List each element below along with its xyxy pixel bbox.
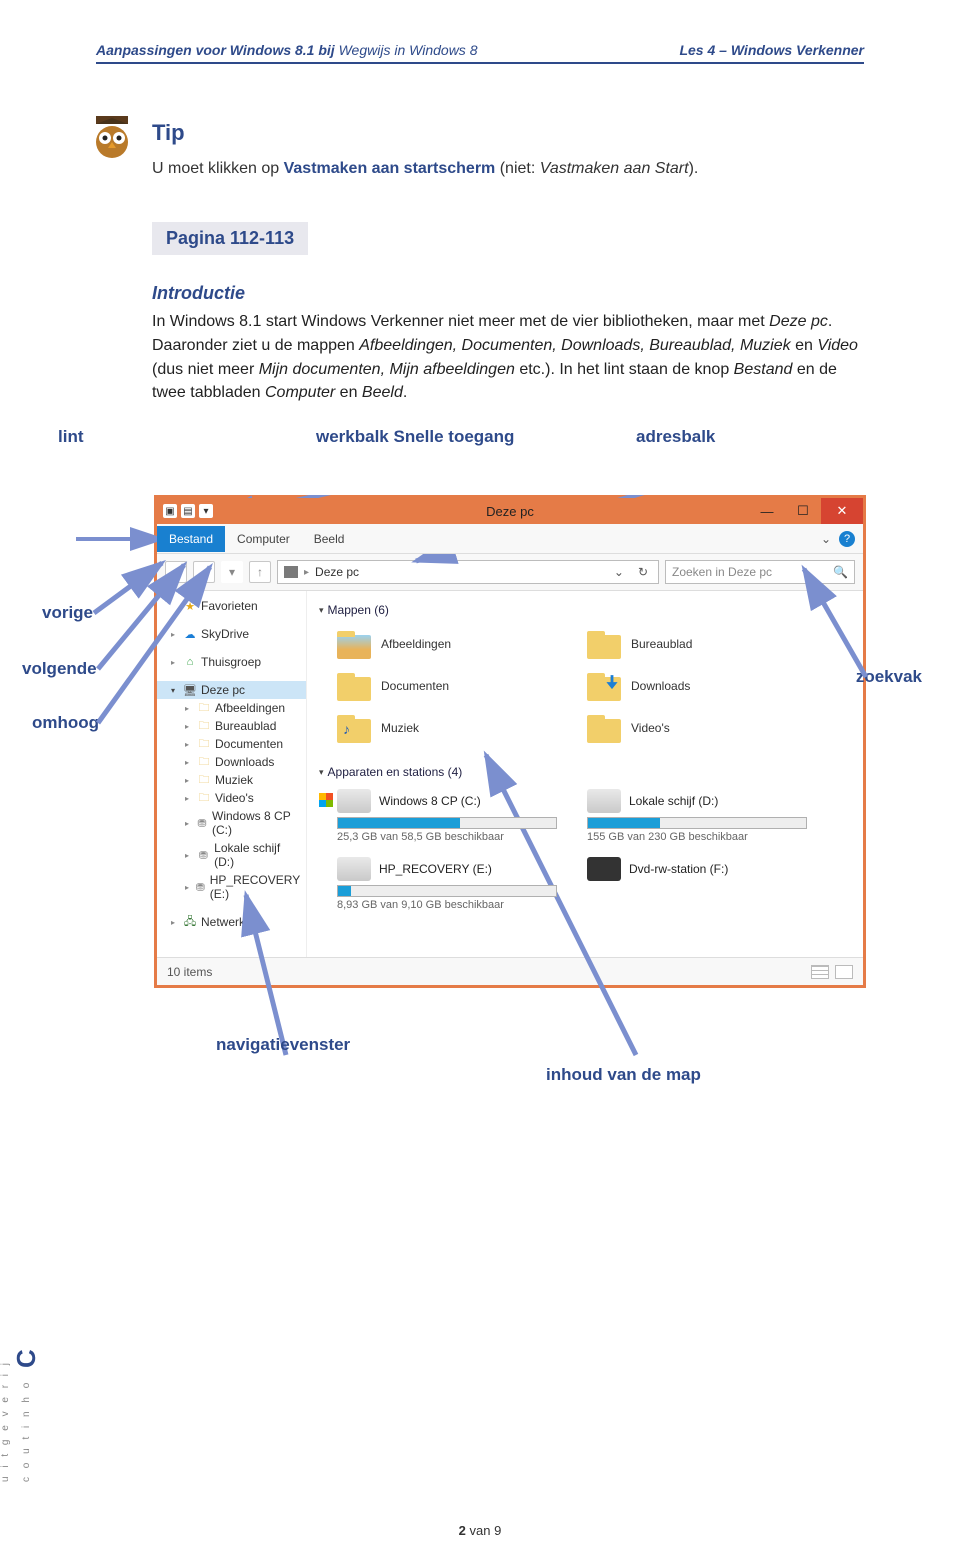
item-count: 10 items xyxy=(167,965,212,979)
drive-icon xyxy=(587,789,621,813)
tab-bestand[interactable]: Bestand xyxy=(157,526,225,552)
callout-omhoog: omhoog xyxy=(32,713,99,733)
header-right: Les 4 – Windows Verkenner xyxy=(679,42,864,58)
nav-sub-5[interactable]: ▸🗀Video's xyxy=(157,789,306,807)
callout-zoekvak: zoekvak xyxy=(856,667,922,687)
tip-block: Tip U moet klikken op Vastmaken aan star… xyxy=(96,120,864,180)
callout-vorige: vorige xyxy=(42,603,93,623)
nav-sub-6[interactable]: ▸⛃Windows 8 CP (C:) xyxy=(157,807,306,839)
recent-dropdown[interactable]: ▾ xyxy=(221,561,243,583)
addr-dropdown-icon[interactable]: ⌄ xyxy=(610,565,628,579)
callout-werkbalk: werkbalk Snelle toegang xyxy=(316,427,514,447)
folder-documenten[interactable]: Documenten xyxy=(337,667,557,705)
tab-computer[interactable]: Computer xyxy=(225,526,302,552)
pagina-box: Pagina 112-113 xyxy=(152,222,308,255)
section-folders[interactable]: ▾Mappen (6) xyxy=(319,599,851,621)
owl-icon xyxy=(90,116,134,160)
up-button[interactable]: ↑ xyxy=(249,561,271,583)
explorer-window: ▣ ▤ ▾ Deze pc — ☐ ✕ Bestand Computer Bee… xyxy=(154,495,866,988)
qat-icon-pc[interactable]: ▣ xyxy=(163,504,177,518)
callout-navigatievenster: navigatievenster xyxy=(216,1035,350,1055)
content-pane[interactable]: ▾Mappen (6) Afbeeldingen Bureaublad Docu… xyxy=(307,591,863,957)
tab-beeld[interactable]: Beeld xyxy=(302,526,357,552)
publisher-mark: u i t g e v e r i j c o u t i n h o C xyxy=(0,1349,42,1482)
callout-adresbalk: adresbalk xyxy=(636,427,715,447)
forward-button[interactable]: → xyxy=(193,561,215,583)
drive-icon xyxy=(337,789,371,813)
drive-item[interactable]: Windows 8 CP (C:)25,3 GB van 58,5 GB bes… xyxy=(337,789,557,843)
nav-sub-4[interactable]: ▸🗀Muziek xyxy=(157,771,306,789)
section-drives[interactable]: ▾Apparaten en stations (4) xyxy=(319,761,851,783)
window-title: Deze pc xyxy=(486,504,534,519)
drive-name: Windows 8 CP (C:) xyxy=(379,794,481,808)
callout-volgende: volgende xyxy=(22,659,97,679)
folder-bureaublad[interactable]: Bureaublad xyxy=(587,625,807,663)
drive-name: Dvd-rw-station (F:) xyxy=(629,862,728,876)
page-number: 2 van 9 xyxy=(0,1523,960,1538)
search-icon: 🔍 xyxy=(833,565,848,579)
nav-this-pc[interactable]: ▾🖥Deze pc xyxy=(157,681,306,699)
tip-text: U moet klikken op Vastmaken aan startsch… xyxy=(152,158,864,180)
qat-icon-props[interactable]: ▤ xyxy=(181,504,195,518)
header-left-prefix: Aanpassingen voor Windows 8.1 bij xyxy=(96,42,339,58)
drive-name: Lokale schijf (D:) xyxy=(629,794,718,808)
folder-muziek[interactable]: ♪Muziek xyxy=(337,709,557,747)
drive-icon xyxy=(587,857,621,881)
address-bar-row: ← → ▾ ↑ ▸ Deze pc ⌄ ↻ Zoeken in Deze pc … xyxy=(157,554,863,591)
nav-homegroup[interactable]: ▸⌂Thuisgroep xyxy=(157,653,306,671)
header-book-title: Wegwijs in Windows 8 xyxy=(339,42,478,58)
tip-title: Tip xyxy=(152,120,864,146)
minimize-button[interactable]: — xyxy=(749,498,785,524)
folder-afbeeldingen[interactable]: Afbeeldingen xyxy=(337,625,557,663)
title-bar[interactable]: ▣ ▤ ▾ Deze pc — ☐ ✕ xyxy=(157,498,863,524)
explorer-wrap: vorige volgende omhoog zoekvak xyxy=(76,495,866,988)
search-input[interactable]: Zoeken in Deze pc 🔍 xyxy=(665,560,855,584)
view-tiles-button[interactable] xyxy=(835,965,853,979)
drive-item[interactable]: Dvd-rw-station (F:) xyxy=(587,857,807,911)
folder-videos[interactable]: Video's xyxy=(587,709,807,747)
nav-sub-3[interactable]: ▸🗀Downloads xyxy=(157,753,306,771)
address-text: Deze pc xyxy=(315,565,359,579)
view-details-button[interactable] xyxy=(811,965,829,979)
drive-name: HP_RECOVERY (E:) xyxy=(379,862,492,876)
nav-network[interactable]: ▸🖧Netwerk xyxy=(157,913,306,931)
status-bar: 10 items xyxy=(157,957,863,985)
help-icon[interactable]: ? xyxy=(839,531,855,547)
breadcrumb-sep-icon: ▸ xyxy=(304,567,309,578)
nav-sub-8[interactable]: ▸⛃HP_RECOVERY (E:) xyxy=(157,871,306,903)
navigation-pane[interactable]: ★Favorieten ▸☁SkyDrive ▸⌂Thuisgroep ▾🖥De… xyxy=(157,591,307,957)
folder-downloads[interactable]: Downloads xyxy=(587,667,807,705)
nav-sub-7[interactable]: ▸⛃Lokale schijf (D:) xyxy=(157,839,306,871)
callout-lint: lint xyxy=(58,427,84,447)
nav-sub-2[interactable]: ▸🗀Documenten xyxy=(157,735,306,753)
body-paragraph: In Windows 8.1 start Windows Verkenner n… xyxy=(152,310,864,405)
close-button[interactable]: ✕ xyxy=(821,498,863,524)
nav-skydrive[interactable]: ▸☁SkyDrive xyxy=(157,625,306,643)
page-header: Aanpassingen voor Windows 8.1 bij Wegwij… xyxy=(96,42,864,64)
search-placeholder: Zoeken in Deze pc xyxy=(672,565,772,579)
address-bar[interactable]: ▸ Deze pc ⌄ ↻ xyxy=(277,560,659,584)
ribbon-expand-icon[interactable]: ⌄ xyxy=(821,532,831,546)
ribbon: Bestand Computer Beeld ⌄ ? xyxy=(157,524,863,554)
drive-icon xyxy=(337,857,371,881)
qat-icon-more[interactable]: ▾ xyxy=(199,504,213,518)
nav-favorites[interactable]: ★Favorieten xyxy=(157,597,306,615)
pc-icon xyxy=(284,566,298,578)
drive-item[interactable]: Lokale schijf (D:)155 GB van 230 GB besc… xyxy=(587,789,807,843)
drive-item[interactable]: HP_RECOVERY (E:)8,93 GB van 9,10 GB besc… xyxy=(337,857,557,911)
nav-sub-0[interactable]: ▸🗀Afbeeldingen xyxy=(157,699,306,717)
intro-heading: Introductie xyxy=(152,283,864,304)
back-button[interactable]: ← xyxy=(165,561,187,583)
callout-inhoud: inhoud van de map xyxy=(546,1065,701,1085)
refresh-icon[interactable]: ↻ xyxy=(634,565,652,579)
maximize-button[interactable]: ☐ xyxy=(785,498,821,524)
nav-sub-1[interactable]: ▸🗀Bureaublad xyxy=(157,717,306,735)
